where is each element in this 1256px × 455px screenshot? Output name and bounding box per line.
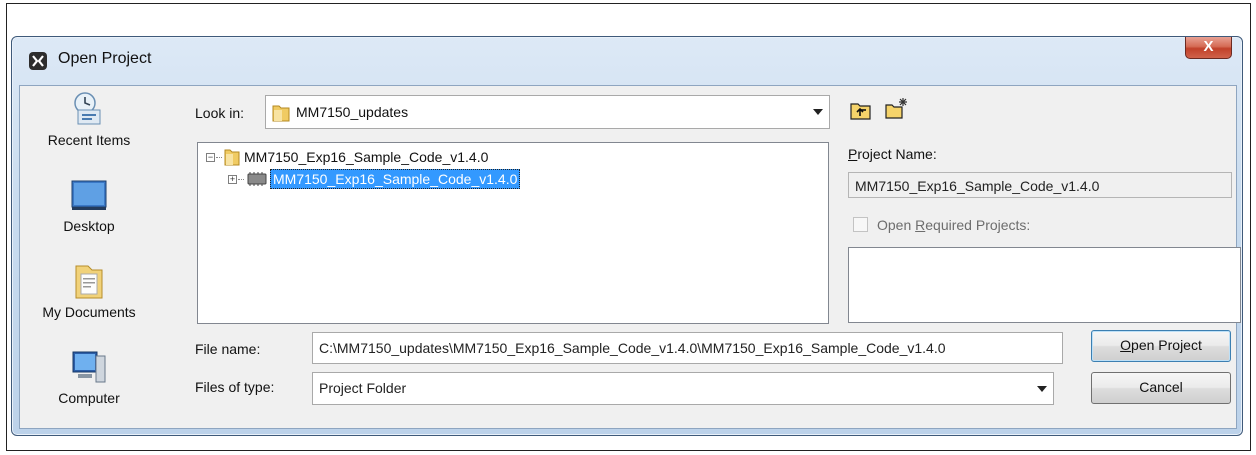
tree-row-root[interactable]: − MM7150_Exp16_Sample_Code_v1.4.0 <box>206 147 566 169</box>
look-in-label: Look in: <box>195 105 245 121</box>
expand-icon[interactable]: + <box>228 175 237 184</box>
place-my-documents[interactable]: My Documents <box>20 262 158 320</box>
places-bar: Recent Items Desktop My Documents Comput… <box>20 86 158 428</box>
close-icon: X <box>1203 38 1214 55</box>
tree-connector <box>238 179 244 180</box>
chip-project-icon <box>247 172 267 186</box>
file-name-label: File name: <box>195 341 261 357</box>
app-icon <box>29 52 47 70</box>
desktop-icon <box>71 180 107 210</box>
cancel-button[interactable]: Cancel <box>1091 372 1231 404</box>
place-label: Recent Items <box>47 132 131 148</box>
tree-project-label: MM7150_Exp16_Sample_Code_v1.4.0 <box>270 169 521 189</box>
chevron-down-icon[interactable] <box>813 109 823 115</box>
close-button[interactable]: X <box>1185 37 1232 59</box>
files-of-type-label: Files of type: <box>195 379 275 395</box>
title-bar[interactable]: Open Project X <box>12 37 1242 85</box>
open-required-projects-label: Open Required Projects: <box>877 217 1030 233</box>
chevron-down-icon[interactable] <box>1037 386 1047 392</box>
new-folder-icon[interactable] <box>884 97 908 119</box>
collapse-icon[interactable]: − <box>206 153 215 162</box>
place-computer[interactable]: Computer <box>20 348 158 406</box>
open-button-mnemonic: O <box>1120 337 1132 353</box>
open-project-dialog: Open Project X Recent Items Desktop My D… <box>11 36 1243 436</box>
place-desktop[interactable]: Desktop <box>20 176 158 234</box>
open-project-button[interactable]: Open Project <box>1091 330 1231 362</box>
dialog-title: Open Project <box>58 50 152 67</box>
place-recent-items[interactable]: Recent Items <box>20 90 158 148</box>
open-required-label-mnemonic: R <box>915 217 926 233</box>
project-name-label-text: roject Name: <box>857 146 937 162</box>
place-label: Desktop <box>63 218 115 234</box>
required-projects-list[interactable] <box>848 247 1241 323</box>
tree-root-label: MM7150_Exp16_Sample_Code_v1.4.0 <box>244 149 489 165</box>
look-in-dropdown[interactable]: MM7150_updates <box>265 95 830 129</box>
dialog-body: Recent Items Desktop My Documents Comput… <box>19 85 1241 429</box>
open-required-label-suffix: equired Projects: <box>925 217 1031 233</box>
folder-icon <box>224 149 240 166</box>
file-name-input[interactable]: C:\MM7150_updates\MM7150_Exp16_Sample_Co… <box>312 332 1063 364</box>
project-name-field: MM7150_Exp16_Sample_Code_v1.4.0 <box>848 172 1232 198</box>
project-tree[interactable]: − MM7150_Exp16_Sample_Code_v1.4.0 + MM71… <box>197 142 829 324</box>
up-one-level-icon[interactable] <box>849 100 873 122</box>
look-in-value: MM7150_updates <box>296 104 409 120</box>
project-name-label-mnemonic: P <box>848 146 858 162</box>
place-label: My Documents <box>42 304 136 320</box>
open-required-projects-checkbox[interactable] <box>853 217 868 232</box>
files-of-type-dropdown[interactable]: Project Folder <box>312 372 1054 405</box>
open-required-label-prefix: Open <box>877 217 916 233</box>
project-name-label: Project Name: <box>848 146 937 162</box>
folder-icon <box>272 105 290 122</box>
files-of-type-value: Project Folder <box>319 380 407 396</box>
my-documents-icon <box>75 265 103 299</box>
tree-connector <box>216 157 222 158</box>
open-button-label: pen Project <box>1131 337 1202 353</box>
tree-row-project[interactable]: + MM7150_Exp16_Sample_Code_v1.4.0 <box>228 169 648 191</box>
place-label: Computer <box>58 390 120 406</box>
recent-items-icon <box>74 92 101 125</box>
computer-icon <box>72 351 106 383</box>
